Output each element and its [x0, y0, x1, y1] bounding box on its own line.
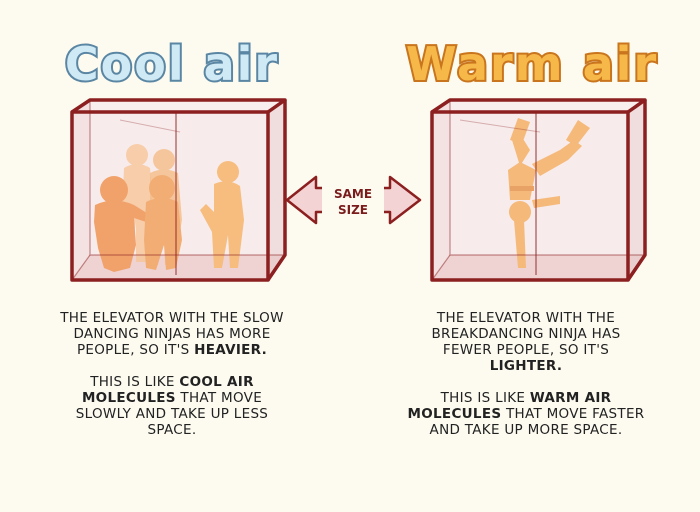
- cool-air-caption: THE ELEVATOR WITH THE SLOW DANCING NINJA…: [52, 310, 292, 438]
- cool-caption-paragraph-1: THE ELEVATOR WITH THE SLOW DANCING NINJA…: [60, 310, 284, 358]
- warm-caption-paragraph-2: THIS IS LIKE WARM AIR MOLECULES THAT MOV…: [407, 390, 645, 438]
- cool-elevator-box: [70, 98, 287, 282]
- warm-elevator-box: [430, 98, 647, 282]
- diagram: Cool air Warm air SAME SIZE THE ELEVATOR…: [0, 0, 700, 512]
- arrow-label-line2: SIZE: [338, 203, 368, 217]
- warm-air-title: Warm air: [406, 37, 658, 91]
- cool-caption-paragraph-2: THIS IS LIKE COOL AIR MOLECULES THAT MOV…: [75, 374, 269, 438]
- warm-caption-paragraph-1: THE ELEVATOR WITH THE BREAKDANCING NINJA…: [431, 310, 621, 374]
- cool-air-title: Cool air: [65, 37, 279, 91]
- same-size-arrow: SAME SIZE: [285, 175, 422, 225]
- warm-air-caption: THE ELEVATOR WITH THE BREAKDANCING NINJA…: [406, 310, 646, 438]
- arrow-label-line1: SAME: [334, 187, 372, 201]
